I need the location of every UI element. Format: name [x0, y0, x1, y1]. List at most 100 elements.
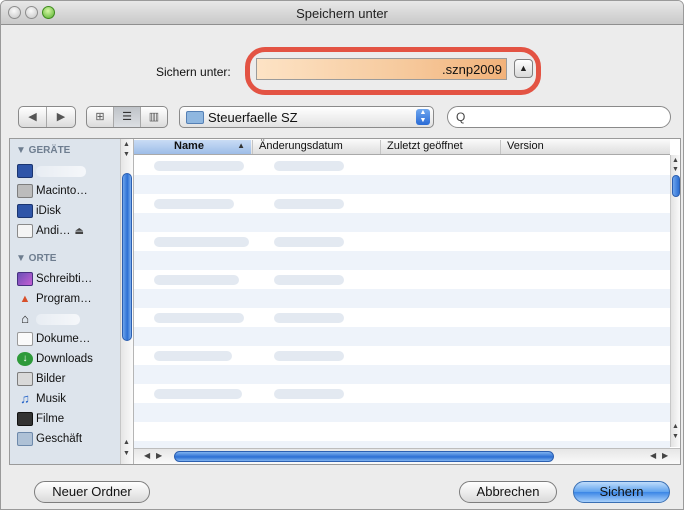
sort-ascending-icon: ▲: [237, 141, 245, 150]
list-item: [154, 161, 244, 171]
column-header-last-opened[interactable]: Zuletzt geöffnet: [380, 140, 500, 154]
sidebar-item-label: iDisk: [36, 205, 61, 217]
list-item: [274, 237, 344, 247]
filename-suffix: .sznp2009: [442, 62, 502, 77]
column-header-row: Name ▲ Änderungsdatum Zuletzt geöffnet V…: [134, 139, 670, 155]
column-header-version[interactable]: Version: [500, 140, 670, 154]
scroll-down-icon[interactable]: ▼: [123, 450, 130, 457]
sidebar-item-movies[interactable]: Filme: [17, 409, 121, 429]
list-item: [274, 199, 344, 209]
sidebar-item-label: Schreibti…: [36, 273, 93, 285]
sidebar-scroll-thumb[interactable]: [122, 173, 132, 341]
column-view-button[interactable]: ▥: [141, 107, 167, 127]
scroll-down-icon[interactable]: ▼: [123, 151, 130, 158]
sidebar: ▼ GERÄTE Macinto… iDisk Andi… ⏏ ▼ ORTE S…: [10, 139, 134, 464]
scroll-up-icon[interactable]: ▲: [123, 141, 130, 148]
sidebar-item-label: Andi…: [36, 225, 71, 237]
column-header-name[interactable]: Name ▲: [134, 140, 251, 154]
popup-arrows-icon: ▲ ▼: [416, 109, 430, 125]
applications-icon: ▲: [19, 293, 31, 305]
eject-icon[interactable]: ⏏: [75, 226, 84, 237]
forward-arrow-icon: ▶: [56, 111, 66, 123]
list-item: [154, 351, 232, 361]
save-as-label: Sichern unter:: [156, 65, 231, 79]
list-item: [154, 275, 239, 285]
search-icon: Q: [456, 110, 466, 124]
sidebar-item-computer[interactable]: [17, 161, 121, 181]
scroll-up-icon[interactable]: ▲: [123, 439, 130, 446]
browser-toolbar: ◀ ▶ ⊞ ☰ ▥ Steuerfaelle SZ ▲ ▼ Q: [1, 97, 683, 137]
downloads-icon: ↓: [17, 352, 33, 366]
file-list-vertical-scrollbar[interactable]: ▲ ▼ ▲ ▼: [670, 155, 680, 447]
new-folder-button[interactable]: Neuer Ordner: [34, 481, 150, 503]
scroll-down-icon[interactable]: ▼: [672, 166, 679, 173]
list-item: [274, 275, 344, 285]
list-item: [274, 351, 344, 361]
sidebar-item-geschaeft[interactable]: Geschäft: [17, 429, 121, 449]
sidebar-item-downloads[interactable]: ↓ Downloads: [17, 349, 121, 369]
documents-icon: [17, 332, 33, 346]
view-mode-switcher: ⊞ ☰ ▥: [86, 106, 168, 128]
file-list-horizontal-thumb[interactable]: [174, 451, 554, 462]
sidebar-scrollbar[interactable]: ▲ ▼ ▲ ▼: [120, 139, 133, 464]
title-bar[interactable]: Speichern unter: [1, 1, 683, 25]
file-rows-blurred[interactable]: [134, 156, 670, 448]
search-field[interactable]: Q: [447, 106, 671, 128]
sidebar-item-label: Bilder: [36, 373, 66, 385]
list-item: [274, 313, 344, 323]
column-header-modified[interactable]: Änderungsdatum: [252, 140, 380, 154]
folder-icon: [17, 432, 33, 446]
cancel-button[interactable]: Abbrechen: [459, 481, 557, 503]
idisk-icon: [17, 204, 33, 218]
save-button[interactable]: Sichern: [573, 481, 670, 503]
sidebar-item-label: Musik: [36, 393, 67, 405]
file-list-horizontal-scrollbar[interactable]: ◀ ▶ ◀ ▶: [134, 448, 680, 464]
sidebar-item-documents[interactable]: Dokume…: [17, 329, 121, 349]
icon-view-button[interactable]: ⊞: [87, 107, 114, 127]
scroll-up-icon[interactable]: ▲: [672, 423, 679, 430]
desktop-icon: [17, 272, 33, 286]
sidebar-item-pictures[interactable]: Bilder: [17, 369, 121, 389]
list-view-icon: ☰: [122, 111, 132, 123]
sidebar-item-desktop[interactable]: Schreibti…: [17, 269, 121, 289]
sidebar-item-label: Downloads: [36, 353, 93, 365]
list-item: [154, 237, 249, 247]
icon-view-icon: ⊞: [95, 111, 105, 123]
window-title: Speichern unter: [296, 6, 388, 21]
sidebar-item-applications[interactable]: ▲ Program…: [17, 289, 121, 309]
list-view-button[interactable]: ☰: [114, 107, 141, 127]
sidebar-item-macintosh-hd[interactable]: Macinto…: [17, 181, 121, 201]
list-item: [154, 313, 244, 323]
scroll-left-icon[interactable]: ◀: [144, 451, 150, 460]
list-item: [274, 389, 344, 399]
scroll-right-icon[interactable]: ▶: [662, 451, 668, 460]
scroll-left-icon[interactable]: ◀: [650, 451, 656, 460]
home-icon: ⌂: [21, 311, 29, 326]
forward-button[interactable]: ▶: [47, 107, 75, 127]
file-list-vertical-thumb[interactable]: [672, 175, 680, 197]
filename-input[interactable]: .sznp2009: [256, 58, 507, 80]
sidebar-header-places: ▼ ORTE: [16, 253, 57, 264]
sidebar-item-music[interactable]: ♫ Musik: [17, 389, 121, 409]
collapse-dialog-button[interactable]: ▲: [514, 59, 533, 78]
sidebar-item-home[interactable]: ⌂: [17, 309, 121, 329]
scroll-right-icon[interactable]: ▶: [156, 451, 162, 460]
sidebar-item-andi[interactable]: Andi… ⏏: [17, 221, 121, 241]
monitor-icon: [17, 164, 33, 178]
folder-icon: [186, 111, 204, 124]
sidebar-header-devices: ▼ GERÄTE: [16, 145, 71, 156]
sidebar-item-idisk[interactable]: iDisk: [17, 201, 121, 221]
save-dialog: Speichern unter Sichern unter: .sznp2009…: [0, 0, 684, 510]
back-arrow-icon: ◀: [28, 111, 37, 123]
scroll-up-icon[interactable]: ▲: [672, 157, 679, 164]
scroll-down-icon[interactable]: ▼: [672, 433, 679, 440]
hard-drive-icon: [17, 184, 33, 198]
location-popup[interactable]: Steuerfaelle SZ ▲ ▼: [179, 106, 434, 128]
sidebar-item-label: Filme: [36, 413, 65, 425]
list-item: [274, 161, 344, 171]
sidebar-item-label: Geschäft: [36, 433, 83, 445]
list-item: [154, 199, 234, 209]
back-button[interactable]: ◀: [19, 107, 47, 127]
file-list: Name ▲ Änderungsdatum Zuletzt geöffnet V…: [134, 139, 680, 464]
disk-icon: [17, 224, 33, 238]
